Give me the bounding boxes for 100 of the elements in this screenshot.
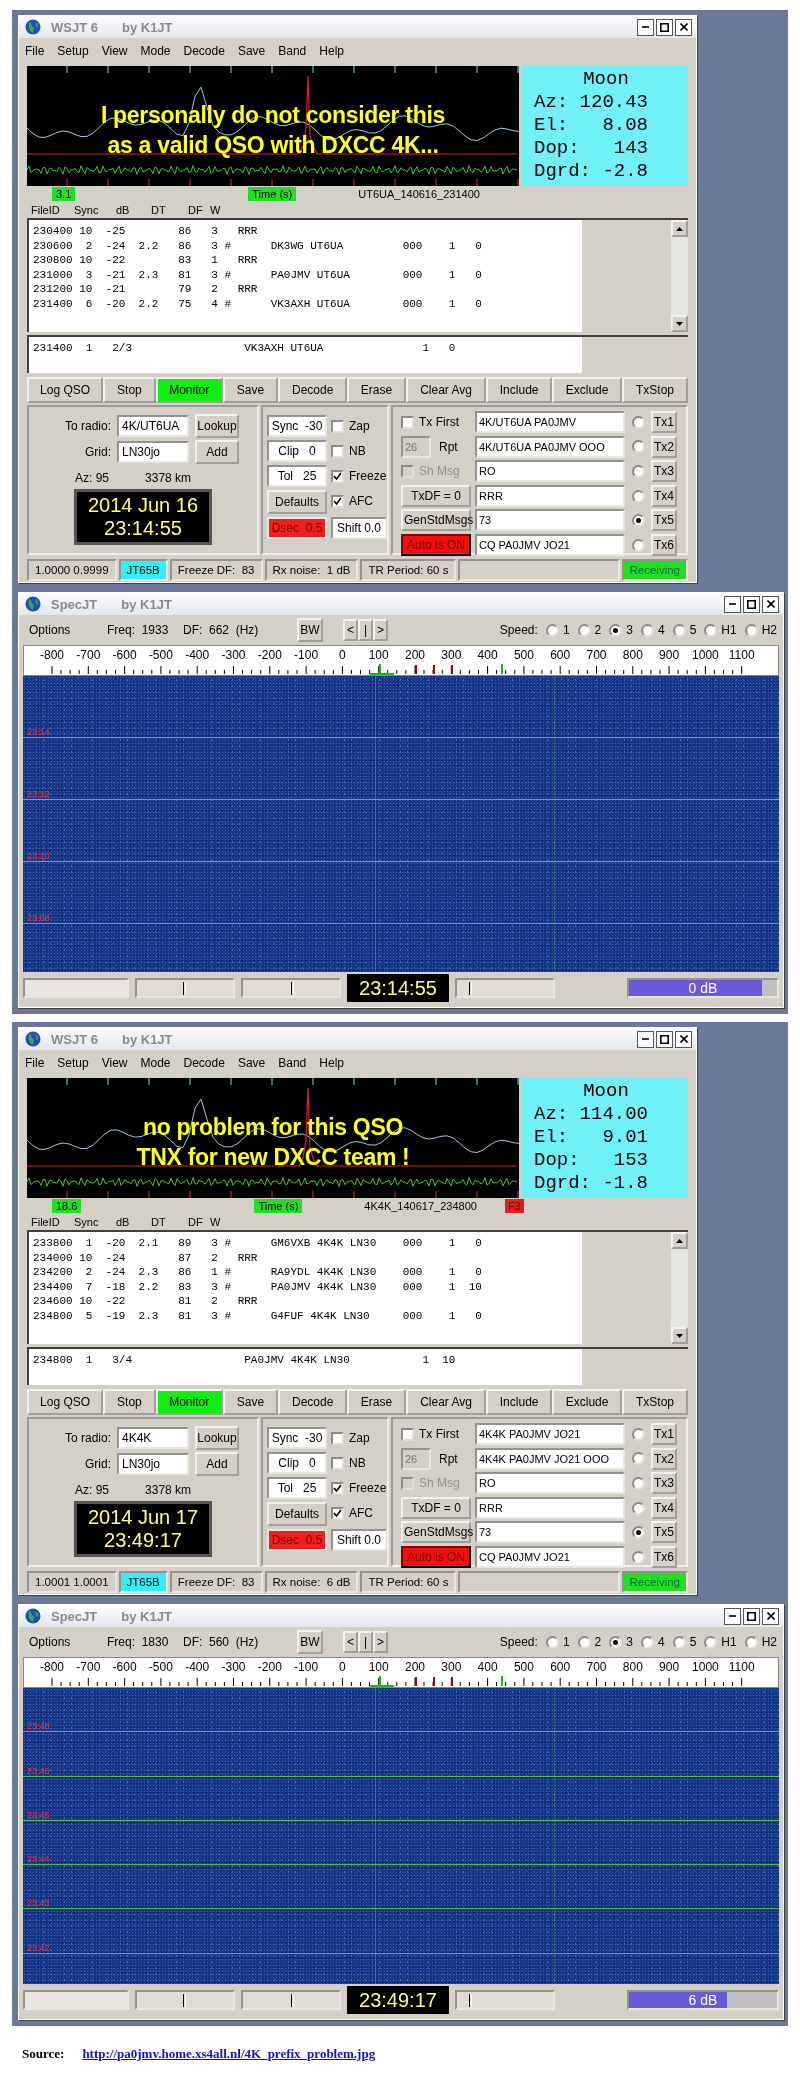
tx-button[interactable]: Tx3 <box>651 1472 677 1495</box>
message-field[interactable]: 73 <box>475 1521 625 1544</box>
menu-item[interactable]: Save <box>237 1056 275 1070</box>
message-field[interactable]: 73 <box>475 509 625 532</box>
radio-button[interactable] <box>631 440 645 454</box>
slider-thumb[interactable] <box>183 982 186 995</box>
slider[interactable] <box>455 1990 555 2010</box>
toolbar-button[interactable]: TxStop <box>622 1389 688 1415</box>
menu-item[interactable]: Setup <box>57 1056 98 1070</box>
close-button[interactable] <box>675 1030 692 1048</box>
bw-button[interactable]: BW <box>297 618 323 642</box>
checkbox[interactable]: Zap <box>331 415 387 437</box>
checkbox[interactable]: Freeze <box>331 465 387 487</box>
checkbox[interactable]: Tx First <box>401 411 471 433</box>
text-field[interactable]: LN30jo <box>117 441 189 463</box>
menu-item[interactable]: Mode <box>140 44 180 58</box>
message-field[interactable]: RRR <box>475 484 625 507</box>
speed-option[interactable]: H1 <box>704 623 737 637</box>
scroll-up-button[interactable] <box>671 1232 688 1249</box>
toolbar-button[interactable]: Stop <box>103 1389 156 1415</box>
command-button[interactable]: TxDF = 0 <box>401 484 471 507</box>
radio-button[interactable] <box>631 415 645 429</box>
nav-button[interactable]: | <box>358 619 373 641</box>
message-field[interactable]: RO <box>475 1472 625 1495</box>
menu-item[interactable]: View <box>101 1056 137 1070</box>
speed-option[interactable]: H2 <box>744 623 777 637</box>
maximize-button[interactable] <box>656 18 673 36</box>
nav-button[interactable]: < <box>343 619 358 641</box>
message-field[interactable]: 4K4K PA0JMV JO21 OOO <box>475 1447 625 1470</box>
checkbox[interactable]: AFC <box>331 1502 387 1524</box>
checkbox[interactable]: Zap <box>331 1427 387 1449</box>
text-field[interactable]: 4K/UT6UA <box>117 415 189 437</box>
nav-button[interactable]: | <box>358 1631 373 1653</box>
slider[interactable] <box>241 1990 341 2010</box>
toolbar-button[interactable]: Clear Avg <box>405 377 487 403</box>
message-field[interactable]: 4K/UT6UA PA0JMV <box>475 411 625 433</box>
scroll-up-button[interactable] <box>671 220 688 237</box>
toolbar-button[interactable]: Log QSO <box>27 377 104 403</box>
tx-button[interactable]: Tx5 <box>651 509 677 532</box>
nav-button[interactable]: < <box>343 1631 358 1653</box>
slider[interactable] <box>135 978 235 998</box>
add-button[interactable]: Add <box>195 1452 239 1476</box>
checkbox[interactable]: Tx First <box>401 1423 471 1445</box>
message-field[interactable]: CQ PA0JMV JO21 <box>475 533 625 556</box>
tx-button[interactable]: Tx6 <box>651 1545 677 1568</box>
message-field[interactable]: RRR <box>475 1496 625 1519</box>
menu-item[interactable]: Mode <box>140 1056 180 1070</box>
menu-item[interactable]: Help <box>319 44 353 58</box>
message-field[interactable]: 4K4K PA0JMV JO21 <box>475 1423 625 1445</box>
radio-button[interactable] <box>631 1526 645 1540</box>
toolbar-button[interactable]: Stop <box>103 377 156 403</box>
toolbar-button[interactable]: Save <box>222 377 279 403</box>
close-button[interactable] <box>762 595 779 613</box>
close-button[interactable] <box>762 1607 779 1625</box>
radio-button[interactable] <box>631 1477 645 1490</box>
toolbar-button[interactable]: Decode <box>278 377 348 403</box>
toolbar-button[interactable]: Monitor <box>155 1389 223 1415</box>
menu-item[interactable]: Setup <box>57 44 98 58</box>
slider[interactable] <box>241 978 341 998</box>
minimize-button[interactable] <box>724 595 741 613</box>
slider[interactable] <box>135 1990 235 2010</box>
menu-item[interactable]: Decode <box>183 1056 234 1070</box>
scroll-down-button[interactable] <box>671 1327 688 1344</box>
menu-item[interactable]: Options <box>29 623 107 637</box>
checkbox[interactable]: Freeze <box>331 1477 387 1499</box>
menu-item[interactable]: Band <box>278 1056 316 1070</box>
maximize-button[interactable] <box>743 595 760 613</box>
toolbar-button[interactable]: Exclude <box>552 377 623 403</box>
close-button[interactable] <box>675 18 692 36</box>
checkbox[interactable]: NB <box>331 1452 387 1474</box>
toolbar-button[interactable]: Exclude <box>552 1389 623 1415</box>
slider-thumb[interactable] <box>469 1994 473 2007</box>
lookup-button[interactable]: Lookup <box>195 1426 239 1450</box>
tx-button[interactable]: Tx1 <box>651 1423 677 1445</box>
radio-button[interactable] <box>631 1427 645 1441</box>
menu-item[interactable]: Decode <box>183 44 234 58</box>
tx-button[interactable]: Tx4 <box>651 1496 677 1519</box>
tx-button[interactable]: Tx5 <box>651 1521 677 1544</box>
toolbar-button[interactable]: Erase <box>347 1389 406 1415</box>
radio-button[interactable] <box>631 1452 645 1466</box>
slider-thumb[interactable] <box>469 982 473 995</box>
speed-option[interactable]: H2 <box>744 1635 777 1649</box>
slider-thumb[interactable] <box>183 1994 186 2007</box>
tx-button[interactable]: Tx3 <box>651 460 677 483</box>
command-button[interactable]: GenStdMsgs <box>401 1521 471 1544</box>
tx-button[interactable]: Tx1 <box>651 411 677 433</box>
menu-item[interactable]: Help <box>319 1056 353 1070</box>
menu-item[interactable]: View <box>101 44 137 58</box>
minimize-button[interactable] <box>637 18 654 36</box>
toolbar-button[interactable]: Include <box>486 377 553 403</box>
maximize-button[interactable] <box>656 1030 673 1048</box>
tx-button[interactable]: Tx6 <box>651 533 677 556</box>
toolbar-button[interactable]: Log QSO <box>27 1389 104 1415</box>
menu-item[interactable]: Band <box>278 44 316 58</box>
menu-item[interactable]: File <box>25 44 54 58</box>
menu-item[interactable]: Options <box>29 1635 107 1649</box>
text-field[interactable]: LN30jo <box>117 1453 189 1475</box>
toolbar-button[interactable]: Save <box>222 1389 279 1415</box>
radio-button[interactable] <box>631 465 645 478</box>
minimize-button[interactable] <box>724 1607 741 1625</box>
